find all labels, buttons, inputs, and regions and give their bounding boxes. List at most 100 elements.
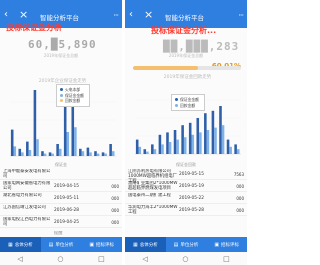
clipboard-icon: ▣ [89, 241, 95, 248]
chart-bar[interactable] [151, 144, 154, 154]
chart-bar[interactable] [36, 139, 39, 156]
chart-bar[interactable] [214, 127, 217, 154]
chart-bar[interactable] [158, 134, 162, 154]
chart-bar[interactable] [81, 151, 85, 156]
chart-bar[interactable] [10, 129, 14, 156]
record-date: 2019-05-15 [179, 172, 204, 177]
right-phone-screen: ‹ × 智能分析平台 ··· 投标保证金分析... ██,███,283 201… [125, 0, 247, 265]
list-item[interactable]: 上海申能泰安发电有限公司 [0, 168, 122, 180]
chart-bar[interactable] [104, 153, 107, 156]
close-icon[interactable]: × [19, 9, 28, 20]
chart-bar[interactable] [28, 150, 32, 156]
overlay-caption: 投标保证金分析 [6, 23, 62, 32]
chart-bar[interactable] [183, 137, 187, 154]
company-name: 江苏国信靖江发电公司 [3, 205, 46, 210]
chart-bar[interactable] [161, 144, 164, 154]
company-name: 上海申能泰安发电有限公司 [3, 169, 51, 179]
nav-recent-icon[interactable]: □ [98, 255, 105, 263]
left-phone-screen: ‹ × 智能分析平台 ··· 投标保证金分析 60,█5,890 2019年保证… [0, 0, 122, 265]
tab-unit-analysis[interactable]: ▤ 单位分析 [166, 237, 207, 252]
chart-bar[interactable] [58, 148, 62, 156]
project-name: 华润电力海丰2*1000MW工程 [128, 205, 178, 215]
chart-bar[interactable] [74, 127, 77, 156]
record-date: 2019-05-28 [179, 208, 204, 213]
chart-bar[interactable] [166, 132, 169, 154]
more-dots-icon[interactable]: ··· [238, 11, 244, 20]
tab-overall-analysis[interactable]: ▦ 总体分析 [0, 237, 41, 252]
chart-bar[interactable] [51, 153, 54, 156]
chart-bar[interactable] [173, 130, 177, 154]
chart-bar[interactable] [13, 146, 17, 156]
more-dots-icon[interactable]: ··· [113, 11, 119, 20]
close-icon[interactable]: × [144, 9, 153, 20]
chart-bar[interactable] [181, 125, 184, 154]
chart-bar[interactable] [146, 151, 149, 154]
chart-bar[interactable] [48, 152, 52, 156]
chart-bar[interactable] [138, 146, 142, 154]
chart-bar[interactable] [234, 144, 237, 154]
chart-legend: 火电本部 保证金金额 回款金额 [56, 84, 90, 107]
company-name: 国家电投江西电力有限公司 [3, 217, 51, 227]
total-amount: 60,█5,890 [28, 38, 97, 51]
chart-bar[interactable] [109, 144, 112, 156]
chart-bar[interactable] [43, 153, 47, 156]
chart-bar[interactable] [226, 139, 230, 154]
nav-back-icon[interactable]: ◁ [17, 255, 22, 263]
chart-bar[interactable] [21, 152, 24, 156]
tab-unit-analysis[interactable]: ▤ 单位分析 [41, 237, 82, 252]
chart-bar[interactable] [41, 151, 44, 156]
chart-bar[interactable] [196, 118, 200, 154]
tab-bid-evaluation[interactable]: ▣ 招标评标 [206, 237, 247, 252]
chart-bar[interactable] [18, 148, 22, 156]
list-item[interactable]: 江苏国信靖江发电公司 2019-06-28 000 [0, 204, 122, 216]
list-item[interactable]: 华润电力海丰2*1000MW工程 2019-05-28 000 [125, 204, 247, 216]
chart-bar[interactable] [188, 122, 192, 154]
chart-bar[interactable] [26, 141, 29, 156]
list-item[interactable]: 湖北省电力有限公司 2019-05-11 000 [0, 192, 122, 204]
chart-bar[interactable] [143, 149, 147, 154]
chart-bar[interactable] [56, 144, 59, 156]
chart-bar[interactable] [168, 142, 172, 154]
back-arrow-icon[interactable]: ‹ [4, 10, 8, 20]
chart-bar[interactable] [221, 125, 225, 154]
list-item[interactable]: 江阴苏利热电有限公司1000MW超临界机组电厂工程 2019-05-15 756… [125, 168, 247, 184]
chart-bar[interactable] [176, 139, 179, 154]
chart-bar[interactable] [204, 113, 207, 154]
legend-label: 回款金额 [180, 102, 196, 108]
tab-overall-analysis[interactable]: ▦ 总体分析 [125, 237, 166, 252]
chart-bar[interactable] [199, 132, 202, 154]
nav-home-icon[interactable]: ○ [57, 255, 63, 263]
tab-label: 总体分析 [139, 242, 158, 248]
chart-bar[interactable] [206, 130, 210, 154]
chart-bar[interactable] [153, 149, 157, 154]
chart-bar[interactable] [211, 110, 215, 154]
chart-bar[interactable] [96, 153, 100, 156]
back-arrow-icon[interactable]: ‹ [129, 10, 133, 20]
chart-bar[interactable] [86, 147, 90, 156]
chart-bar[interactable] [135, 139, 139, 154]
tab-bid-evaluation[interactable]: ▣ 招标评标 [81, 237, 122, 252]
chart-bar[interactable] [33, 90, 37, 156]
record-value: 7563 [233, 172, 244, 177]
chart-bar[interactable] [236, 149, 240, 154]
chart-bar[interactable] [66, 132, 70, 156]
list-item[interactable]: 国电泰州二期扩建工程 2019-05-22 000 [125, 192, 247, 204]
chart-bar[interactable] [111, 151, 115, 156]
chart-bar[interactable] [79, 148, 82, 156]
list-item[interactable]: 国家电网安徽省电力有限公司 2019-04-15 000 [0, 180, 122, 192]
nav-back-icon[interactable]: ◁ [142, 255, 147, 263]
list-item[interactable]: 淮南矿业集团2*1000MW超超临界燃煤发电项目 2019-05-19 000 [125, 180, 247, 192]
footer-note: 提醒 [54, 231, 63, 236]
chart-bar[interactable] [219, 106, 222, 154]
chart-bar[interactable] [101, 152, 105, 156]
chart-bar[interactable] [89, 152, 92, 156]
chart-bar[interactable] [63, 100, 67, 156]
record-value: 000 [236, 208, 244, 213]
chart-bar[interactable] [94, 151, 97, 156]
chart-bar[interactable] [191, 134, 195, 154]
nav-recent-icon[interactable]: □ [223, 255, 230, 263]
record-value: 000 [111, 208, 119, 213]
list-item[interactable]: 国家电投江西电力有限公司 2019-04-25 000 [0, 216, 122, 228]
chart-bar[interactable] [229, 146, 232, 154]
nav-home-icon[interactable]: ○ [182, 255, 188, 263]
